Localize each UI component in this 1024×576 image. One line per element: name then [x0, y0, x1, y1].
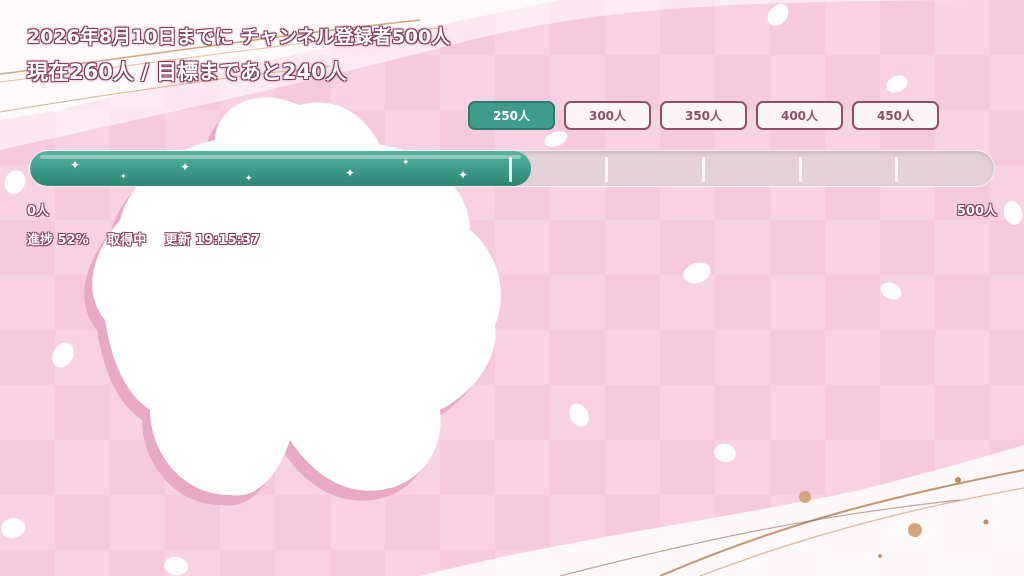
progress-fill [30, 151, 532, 186]
milestone-label: 350人 [684, 109, 723, 123]
sparkle-icon: ✦ [70, 158, 81, 172]
milestone-250[interactable]: 250人 [468, 101, 555, 130]
progress-percent: 進捗 52% [27, 233, 89, 248]
fetch-status: 取得中 [107, 233, 147, 248]
milestone-400[interactable]: 400人 [756, 101, 843, 130]
progress-bar: ✦ ✦ ✦ ✦ ✦ ✦ ✦ [29, 150, 995, 187]
axis-min-label: 0人 [27, 204, 50, 219]
milestone-label: 400人 [780, 109, 819, 123]
milestone-450[interactable]: 450人 [852, 101, 939, 130]
milestone-label: 300人 [588, 109, 627, 123]
milestone-tick-300 [605, 157, 608, 182]
sparkle-icon: ✦ [458, 168, 469, 182]
milestone-350[interactable]: 350人 [660, 101, 747, 130]
sparkle-icon: ✦ [120, 172, 127, 181]
sparkle-icon: ✦ [402, 158, 410, 168]
background-decoration [0, 0, 1024, 576]
milestone-label: 450人 [876, 109, 915, 123]
axis-max-label: 500人 [956, 204, 997, 219]
milestone-tick-450 [895, 157, 898, 182]
sparkle-icon: ✦ [180, 160, 191, 174]
current-status-title: 現在260人 / 目標まであと240人 [27, 60, 347, 84]
overlay-stage: 2026年8月10日までに チャンネル登録者500人 現在260人 / 目標まで… [0, 0, 1024, 576]
milestone-tick-250 [509, 157, 512, 182]
milestone-tick-350 [702, 157, 705, 182]
status-line: 進捗 52% 取得中 更新 19:15:37 [27, 229, 274, 248]
goal-title: 2026年8月10日までに チャンネル登録者500人 [27, 26, 451, 48]
milestone-label: 250人 [492, 109, 531, 123]
milestone-300[interactable]: 300人 [564, 101, 651, 130]
updated-time: 更新 19:15:37 [164, 233, 260, 248]
milestone-tick-400 [799, 157, 802, 182]
sparkle-icon: ✦ [345, 166, 356, 180]
sparkle-icon: ✦ [245, 174, 253, 184]
